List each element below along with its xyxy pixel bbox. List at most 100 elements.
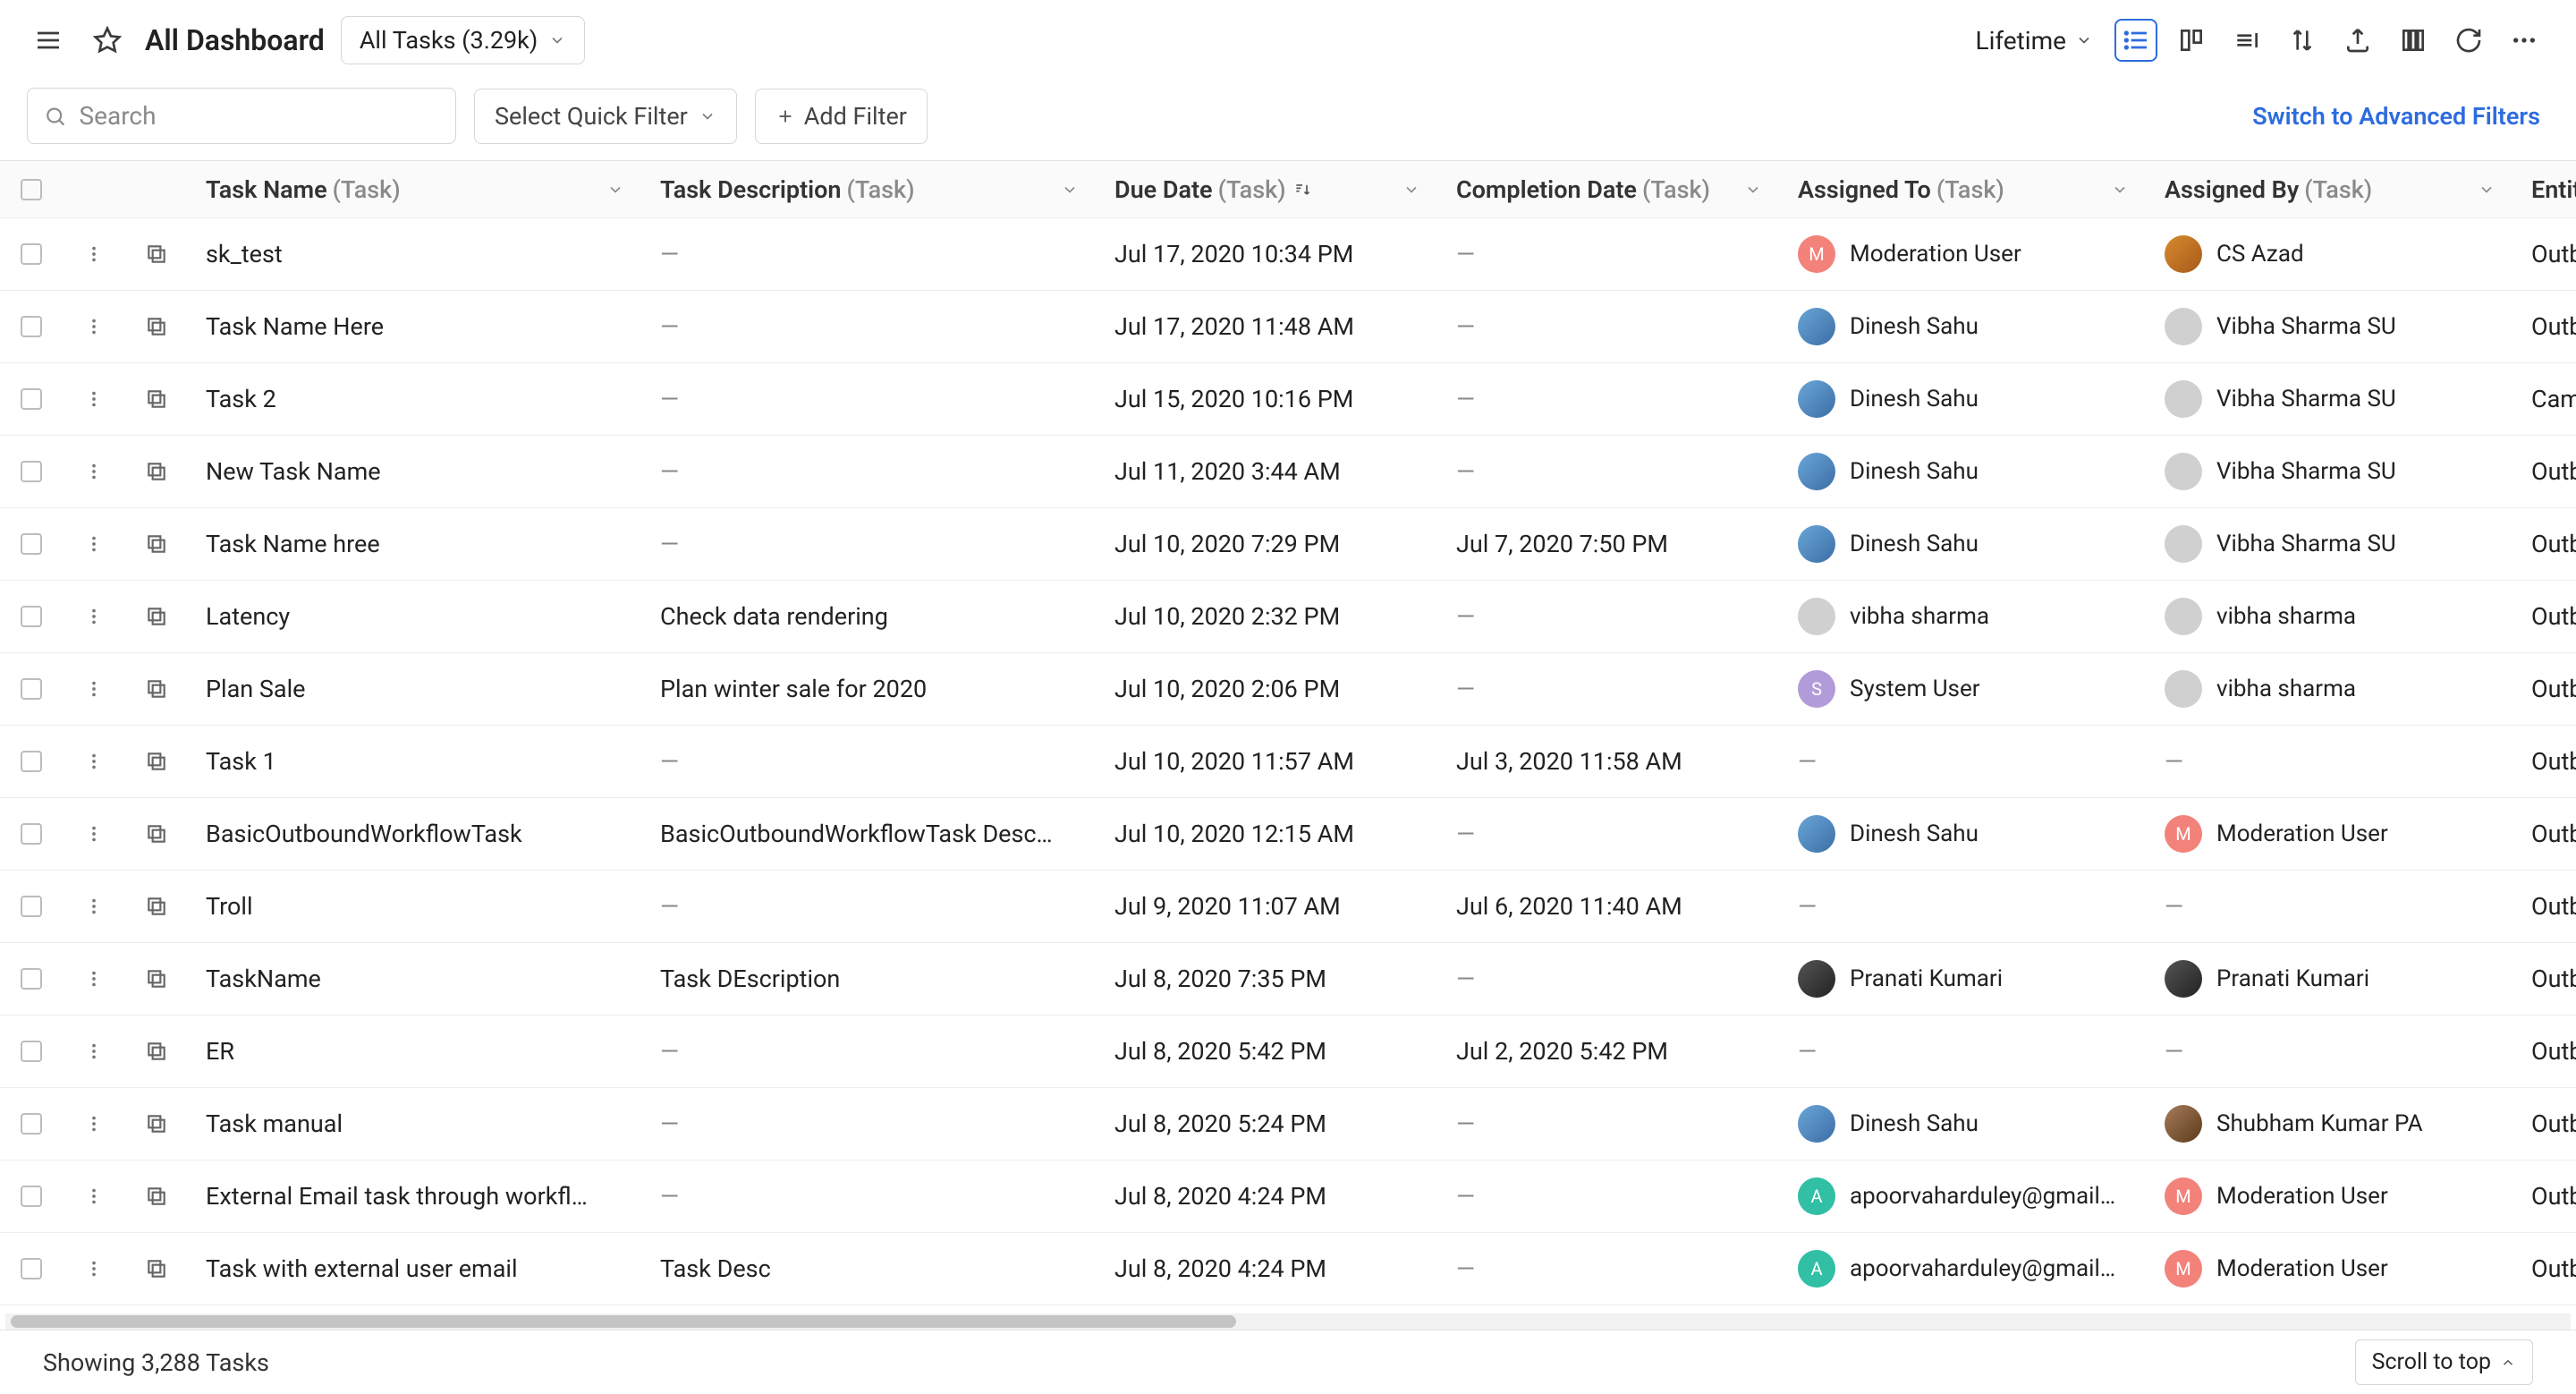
open-task-icon[interactable] (125, 1040, 188, 1063)
sort-button[interactable] (2281, 19, 2324, 62)
column-settings-button[interactable] (2225, 19, 2268, 62)
chevron-down-icon[interactable] (606, 181, 624, 199)
row-menu-button[interactable] (63, 389, 125, 409)
board-view-button[interactable] (2170, 19, 2213, 62)
open-task-icon[interactable] (125, 387, 188, 411)
row-menu-button[interactable] (63, 1259, 125, 1279)
open-task-icon[interactable] (125, 242, 188, 266)
open-task-icon[interactable] (125, 1112, 188, 1135)
row-menu-button[interactable] (63, 244, 125, 264)
open-task-icon[interactable] (125, 460, 188, 483)
open-task-icon[interactable] (125, 315, 188, 338)
row-menu-button[interactable] (63, 534, 125, 554)
tasks-filter-dropdown[interactable]: All Tasks (3.29k) (341, 16, 585, 64)
lifetime-dropdown[interactable]: Lifetime (1966, 19, 2102, 63)
showing-count: Showing 3,288 Tasks (43, 1348, 269, 1377)
chevron-down-icon[interactable] (1061, 181, 1079, 199)
table-row[interactable]: Task manual—Jul 8, 2020 5:24 PM—Dinesh S… (0, 1088, 2576, 1160)
table-row[interactable]: sk_test—Jul 17, 2020 10:34 PM—MModeratio… (0, 218, 2576, 291)
row-menu-button[interactable] (63, 1041, 125, 1061)
entity-cell: Outbou (2513, 1254, 2576, 1283)
row-checkbox[interactable] (0, 1113, 63, 1135)
search-input[interactable] (80, 101, 440, 131)
table-row[interactable]: Task Name hree—Jul 10, 2020 7:29 PMJul 7… (0, 508, 2576, 581)
row-menu-button[interactable] (63, 897, 125, 916)
table-row[interactable]: Plan SalePlan winter sale for 2020Jul 10… (0, 653, 2576, 726)
table-header-row: Task Name(Task) Task Description(Task) D… (0, 161, 2576, 218)
table-row[interactable]: BasicOutboundWorkflowTaskBasicOutboundWo… (0, 798, 2576, 871)
star-icon[interactable] (86, 19, 129, 62)
entity-cell: Outbou (2513, 457, 2576, 486)
row-menu-button[interactable] (63, 824, 125, 844)
row-checkbox[interactable] (0, 678, 63, 700)
settings-button[interactable] (2392, 19, 2435, 62)
search-box[interactable] (27, 88, 456, 144)
export-button[interactable] (2336, 19, 2379, 62)
sort-descending-icon[interactable] (1293, 181, 1311, 199)
row-checkbox[interactable] (0, 1258, 63, 1279)
refresh-button[interactable] (2447, 19, 2490, 62)
table-row[interactable]: External Email task through workfl…—Jul … (0, 1160, 2576, 1233)
scroll-top-label: Scroll to top (2372, 1349, 2491, 1375)
task-desc-cell: Check data rendering (642, 602, 1097, 631)
filter-row: Select Quick Filter Add Filter Switch to… (0, 81, 2576, 160)
row-checkbox[interactable] (0, 533, 63, 555)
plus-icon (775, 106, 795, 126)
row-checkbox[interactable] (0, 388, 63, 410)
advanced-filters-link[interactable]: Switch to Advanced Filters (2252, 102, 2546, 131)
row-checkbox[interactable] (0, 316, 63, 337)
row-menu-button[interactable] (63, 752, 125, 771)
select-all-checkbox[interactable] (0, 179, 63, 200)
row-menu-button[interactable] (63, 607, 125, 626)
open-task-icon[interactable] (125, 895, 188, 918)
col-due-sub: (Task) (1218, 175, 1286, 204)
table-row[interactable]: Task Name Here—Jul 17, 2020 11:48 AM—Din… (0, 291, 2576, 363)
col-name-label: Task Name (206, 175, 327, 204)
table-row[interactable]: Task with external user emailTask DescJu… (0, 1233, 2576, 1305)
open-task-icon[interactable] (125, 967, 188, 990)
row-checkbox[interactable] (0, 823, 63, 845)
open-task-icon[interactable] (125, 1185, 188, 1208)
assigned-to-cell: MModeration User (1780, 235, 2147, 273)
table-row[interactable]: ER—Jul 8, 2020 5:42 PMJul 2, 2020 5:42 P… (0, 1016, 2576, 1088)
chevron-down-icon[interactable] (2111, 181, 2129, 199)
table-row[interactable]: New Task Name—Jul 11, 2020 3:44 AM—Dines… (0, 436, 2576, 508)
task-name-cell: Latency (188, 602, 642, 631)
row-checkbox[interactable] (0, 896, 63, 917)
open-task-icon[interactable] (125, 822, 188, 846)
chevron-down-icon[interactable] (1744, 181, 1762, 199)
row-checkbox[interactable] (0, 243, 63, 265)
row-checkbox[interactable] (0, 1041, 63, 1062)
table-row[interactable]: Task 2—Jul 15, 2020 10:16 PM—Dinesh Sahu… (0, 363, 2576, 436)
add-filter-button[interactable]: Add Filter (755, 89, 928, 144)
row-checkbox[interactable] (0, 606, 63, 627)
list-view-button[interactable] (2114, 19, 2157, 62)
table-row[interactable]: TaskNameTask DEscriptionJul 8, 2020 7:35… (0, 943, 2576, 1016)
row-menu-button[interactable] (63, 462, 125, 481)
scroll-to-top-button[interactable]: Scroll to top (2355, 1339, 2533, 1385)
open-task-icon[interactable] (125, 605, 188, 628)
table-row[interactable]: Troll—Jul 9, 2020 11:07 AMJul 6, 2020 11… (0, 871, 2576, 943)
task-desc-cell: — (642, 1037, 1097, 1066)
row-checkbox[interactable] (0, 461, 63, 482)
open-task-icon[interactable] (125, 532, 188, 556)
more-menu-button[interactable] (2503, 19, 2546, 62)
open-task-icon[interactable] (125, 1257, 188, 1280)
quick-filter-dropdown[interactable]: Select Quick Filter (474, 89, 737, 144)
row-menu-button[interactable] (63, 969, 125, 989)
row-menu-button[interactable] (63, 1186, 125, 1206)
row-menu-button[interactable] (63, 317, 125, 336)
table-row[interactable]: Task 1—Jul 10, 2020 11:57 AMJul 3, 2020 … (0, 726, 2576, 798)
open-task-icon[interactable] (125, 750, 188, 773)
chevron-down-icon[interactable] (2478, 181, 2496, 199)
row-checkbox[interactable] (0, 751, 63, 772)
chevron-down-icon[interactable] (1402, 181, 1420, 199)
horizontal-scrollbar[interactable] (5, 1313, 2571, 1330)
row-menu-button[interactable] (63, 1114, 125, 1134)
table-row[interactable]: LatencyCheck data renderingJul 10, 2020 … (0, 581, 2576, 653)
row-checkbox[interactable] (0, 1186, 63, 1207)
row-menu-button[interactable] (63, 679, 125, 699)
hamburger-menu-button[interactable] (27, 19, 70, 62)
row-checkbox[interactable] (0, 968, 63, 990)
open-task-icon[interactable] (125, 677, 188, 701)
